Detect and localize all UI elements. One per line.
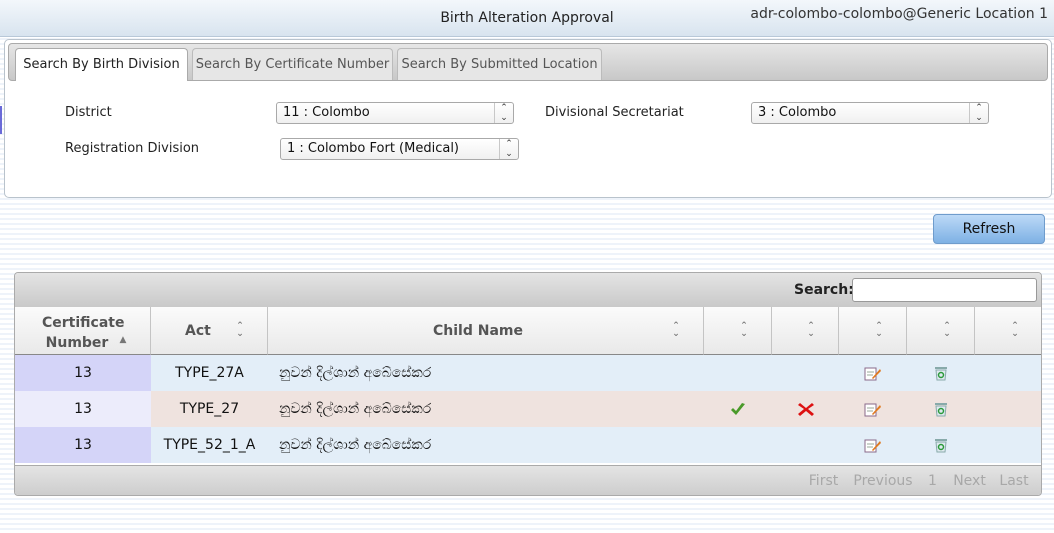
recycle-bin-icon[interactable] [932, 401, 950, 417]
edit-icon[interactable] [864, 401, 882, 417]
table-toolbar: Search: [15, 273, 1041, 308]
child-name-cell: නුවන් දිල්ශාන් අබේසේකර [279, 365, 432, 381]
column-header-delete[interactable]: ⌃ ⌄ [907, 307, 975, 355]
district-select-value: 11 : Colombo [283, 105, 370, 120]
registration-division-label: Registration Division [65, 141, 200, 156]
edit-icon[interactable] [864, 437, 882, 453]
sort-icon: ⌃ ⌄ [740, 321, 748, 339]
sort-ascending-icon: ▲ [119, 335, 127, 345]
select-arrows-icon: ⌃ ⌄ [494, 103, 513, 123]
sort-icon: ⌃ ⌄ [943, 321, 951, 339]
act-cell: TYPE_27 [179, 401, 240, 417]
sort-icon: ⌃ ⌄ [236, 321, 244, 339]
registration-division-select[interactable]: 1 : Colombo Fort (Medical) ⌃ ⌄ [280, 138, 519, 160]
sort-icon: ⌃ ⌄ [1011, 321, 1019, 339]
pagination-previous[interactable]: Previous [848, 467, 918, 495]
search-label: Search: [794, 282, 854, 298]
column-header-edit[interactable]: ⌃ ⌄ [839, 307, 907, 355]
pagination-last[interactable]: Last [994, 467, 1034, 495]
column-title: Act [185, 323, 211, 339]
select-arrows-icon: ⌃ ⌄ [499, 139, 518, 159]
column-title: Certificate Number [42, 315, 125, 351]
cross-icon[interactable] [797, 401, 815, 417]
certificate-number-cell: 13 [15, 355, 151, 391]
sort-icon: ⌃ ⌄ [672, 321, 680, 339]
column-header-act[interactable]: Act ⌃ ⌄ [151, 307, 268, 355]
table-row[interactable]: 13 TYPE_27 නුවන් දිල්ශාන් අබේසේකර [15, 391, 1041, 427]
table-row[interactable]: 13 TYPE_27A නුවන් දිල්ශාන් අබේසේකර [15, 355, 1041, 391]
tabs-header: Search By Birth Division Search By Certi… [8, 43, 1048, 81]
table-row[interactable]: 13 TYPE_52_1_A නුවන් දිල්ශාන් අබේසේකර [15, 427, 1041, 463]
act-cell: TYPE_52_1_A [163, 437, 256, 453]
user-location: adr-colombo-colombo@Generic Location 1 [750, 6, 1048, 22]
district-select[interactable]: 11 : Colombo ⌃ ⌄ [276, 102, 514, 124]
column-header-extra[interactable]: ⌃ ⌄ [975, 307, 1041, 355]
tab-search-by-submitted-location[interactable]: Search By Submitted Location [397, 48, 602, 80]
child-name-cell: නුවන් දිල්ශාන් අබේසේකර [279, 401, 432, 417]
sort-icon: ⌃ ⌄ [807, 321, 815, 339]
tab-search-by-certificate-number[interactable]: Search By Certificate Number [192, 48, 393, 80]
sort-icon: ⌃ ⌄ [875, 321, 883, 339]
edit-icon[interactable] [864, 365, 882, 381]
checkmark-icon[interactable] [729, 401, 747, 417]
column-header-reject[interactable]: ⌃ ⌄ [772, 307, 839, 355]
column-title: Child Name [433, 323, 523, 339]
pagination-bar: First Previous 1 Next Last [15, 465, 1041, 495]
search-input[interactable] [852, 278, 1037, 302]
pagination-first[interactable]: First [801, 467, 846, 495]
left-edge-marker [0, 106, 2, 134]
pagination-next[interactable]: Next [947, 467, 992, 495]
ds-select-value: 3 : Colombo [758, 105, 837, 120]
column-header-certificate-number[interactable]: Certificate Number ▲ [15, 307, 151, 355]
refresh-button[interactable]: Refresh [933, 214, 1045, 244]
act-cell: TYPE_27A [175, 365, 244, 381]
recycle-bin-icon[interactable] [932, 365, 950, 381]
title-bar: Birth Alteration Approval adr-colombo-co… [0, 0, 1054, 37]
tab-search-by-birth-division[interactable]: Search By Birth Division [15, 48, 188, 81]
certificate-number-cell: 13 [15, 391, 151, 427]
select-arrows-icon: ⌃ ⌄ [969, 103, 988, 123]
column-header-approve[interactable]: ⌃ ⌄ [704, 307, 772, 355]
alterations-table: Search: Certificate Number ▲ Act ⌃ ⌄ Chil… [14, 272, 1042, 496]
certificate-number-cell: 13 [15, 427, 151, 463]
child-name-cell: නුවන් දිල්ශාන් අබේසේකර [279, 437, 432, 453]
district-label: District [65, 105, 112, 120]
reg-div-select-value: 1 : Colombo Fort (Medical) [287, 141, 460, 156]
divisional-secretariat-select[interactable]: 3 : Colombo ⌃ ⌄ [751, 102, 989, 124]
recycle-bin-icon[interactable] [932, 437, 950, 453]
pagination-page-1[interactable]: 1 [920, 467, 945, 495]
divisional-secretariat-label: Divisional Secretariat [545, 105, 684, 120]
search-tabs-panel: Search By Birth Division Search By Certi… [4, 39, 1052, 198]
column-header-child-name[interactable]: Child Name ⌃ ⌄ [268, 307, 704, 355]
